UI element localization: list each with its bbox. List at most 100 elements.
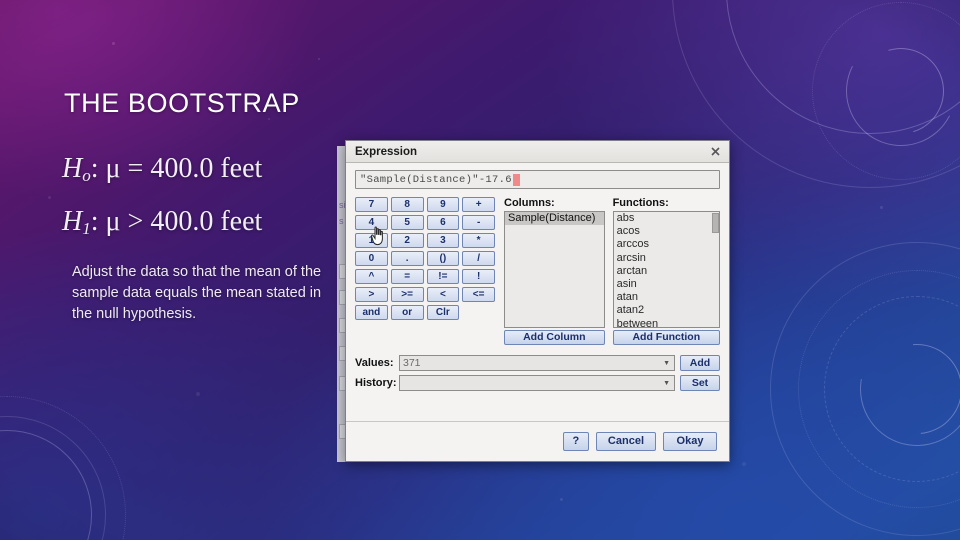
decorative-star: [742, 462, 746, 466]
key-clear[interactable]: Clr: [426, 305, 460, 320]
help-button[interactable]: ?: [562, 432, 589, 451]
functions-scrollbar[interactable]: [712, 212, 719, 327]
columns-listbox[interactable]: Sample(Distance): [504, 211, 605, 328]
decorative-star: [112, 42, 115, 45]
add-column-button[interactable]: Add Column: [504, 330, 605, 345]
chevron-down-icon: ▼: [663, 379, 670, 387]
key-greater-than[interactable]: >: [355, 287, 388, 302]
keypad-row: ^ = != !: [355, 269, 495, 284]
dialog-body: "Sample(Distance)"-17.6 7 8 9 + 4 5 6 -: [346, 163, 729, 391]
decorative-star: [318, 58, 320, 60]
expression-dialog: Expression "Sample(Distance)"-17.6 7 8 9…: [345, 140, 730, 462]
background-ghost-text-2: s: [339, 216, 344, 226]
functions-label: Functions:: [612, 197, 669, 209]
list-item[interactable]: arcsin: [614, 252, 719, 265]
key-2[interactable]: 2: [390, 233, 424, 248]
list-item[interactable]: arctan: [614, 265, 719, 278]
add-value-button[interactable]: Add: [680, 355, 720, 371]
key-3[interactable]: 3: [426, 233, 460, 248]
hypothesis-null: Ho: μ = 400.0 feet: [62, 146, 342, 199]
key-0[interactable]: 0: [355, 251, 388, 266]
hypothesis-null-subscript: o: [82, 166, 91, 185]
decorative-ring-bl-1: [0, 430, 92, 540]
key-equals[interactable]: =: [390, 269, 424, 284]
set-history-button[interactable]: Set: [680, 375, 720, 391]
page-title: THE BOOTSTRAP: [64, 88, 300, 118]
key-greater-equal[interactable]: >=: [390, 287, 424, 302]
key-8[interactable]: 8: [390, 197, 424, 212]
hypothesis-alt-relation: : μ > 400.0 feet: [90, 206, 263, 237]
add-function-button[interactable]: Add Function: [612, 330, 720, 345]
decorative-ring-tr-2: [726, 0, 960, 134]
decorative-dotted-ring-bl: [0, 396, 126, 540]
okay-button[interactable]: Okay: [663, 432, 717, 451]
key-parentheses[interactable]: (): [426, 251, 460, 266]
close-icon[interactable]: [708, 144, 723, 159]
list-item[interactable]: asin: [614, 278, 719, 291]
history-label: History:: [355, 377, 397, 389]
history-combobox[interactable]: ▼: [399, 375, 675, 391]
functions-listbox[interactable]: abs acos arccos arcsin arctan asin atan …: [612, 211, 720, 328]
columns-panel: Columns: Sample(Distance) Add Column: [504, 197, 605, 345]
decorative-star: [560, 498, 563, 501]
hypothesis-null-relation: : μ = 400.0 feet: [90, 153, 263, 184]
keypad-row: 7 8 9 +: [355, 197, 495, 212]
key-less-equal[interactable]: <=: [462, 287, 495, 302]
text-caret: [512, 173, 520, 186]
list-item[interactable]: between: [614, 318, 719, 327]
decorative-tick-ring-tr-inner: [754, 0, 960, 106]
decorative-star: [48, 196, 51, 199]
keypad-row: and or Clr: [355, 305, 495, 320]
key-or[interactable]: or: [390, 305, 424, 320]
key-9[interactable]: 9: [426, 197, 460, 212]
expression-input[interactable]: "Sample(Distance)"-17.6: [355, 170, 720, 189]
hypothesis-null-symbol: H: [62, 153, 83, 184]
decorative-star: [880, 206, 883, 209]
key-and[interactable]: and: [355, 305, 388, 320]
decorative-ring-bl-2: [0, 416, 106, 540]
dialog-titlebar[interactable]: Expression: [346, 141, 729, 163]
key-power[interactable]: ^: [355, 269, 388, 284]
key-6[interactable]: 6: [426, 215, 460, 230]
values-combobox[interactable]: 371 ▼: [399, 355, 675, 371]
values-label: Values:: [355, 357, 394, 369]
functions-panel: Functions: abs acos arccos arcsin arctan…: [612, 197, 720, 345]
history-row: History: ▼ Set: [355, 375, 720, 391]
key-multiply[interactable]: *: [462, 233, 495, 248]
key-plus[interactable]: +: [462, 197, 495, 212]
key-7[interactable]: 7: [355, 197, 388, 212]
list-item[interactable]: acos: [614, 225, 719, 238]
key-1[interactable]: 1: [355, 233, 388, 248]
keypad-row: 0 . () /: [355, 251, 495, 266]
dialog-middle-area: 7 8 9 + 4 5 6 - 1 2 3 * 0 . () / ^ = != …: [355, 197, 720, 345]
decorative-ring-br-outer: [770, 242, 960, 536]
dialog-title: Expression: [355, 145, 417, 158]
keypad-row: 4 5 6 -: [355, 215, 495, 230]
expression-text: "Sample(Distance)"-17.6: [360, 173, 512, 186]
key-minus[interactable]: -: [462, 215, 495, 230]
list-item[interactable]: atan: [614, 291, 719, 304]
list-item[interactable]: Sample(Distance): [505, 212, 604, 226]
list-item[interactable]: arccos: [614, 238, 719, 251]
decorative-dashed-ring-br: [824, 296, 960, 482]
key-not-equals[interactable]: !=: [426, 269, 460, 284]
cancel-button[interactable]: Cancel: [595, 432, 656, 451]
keypad-row: 1 2 3 *: [355, 233, 495, 248]
list-item[interactable]: atan2: [614, 304, 719, 317]
decorative-arc-tr: [842, 32, 960, 150]
key-not[interactable]: !: [462, 269, 495, 284]
decorative-dotted-ring-br: [798, 270, 960, 508]
columns-label: Columns:: [504, 197, 555, 209]
key-5[interactable]: 5: [390, 215, 424, 230]
hypothesis-alt-subscript: 1: [82, 219, 91, 238]
key-4[interactable]: 4: [355, 215, 388, 230]
slide-body-text: Adjust the data so that the mean of the …: [72, 264, 322, 322]
key-decimal-point[interactable]: .: [390, 251, 424, 266]
values-row: Values: 371 ▼ Add: [355, 355, 720, 371]
key-divide[interactable]: /: [462, 251, 495, 266]
list-item[interactable]: abs: [614, 212, 719, 225]
scrollbar-thumb[interactable]: [712, 213, 719, 233]
calculator-keypad: 7 8 9 + 4 5 6 - 1 2 3 * 0 . () / ^ = != …: [355, 197, 495, 345]
decorative-arc-br-2: [837, 309, 960, 469]
key-less-than[interactable]: <: [426, 287, 460, 302]
